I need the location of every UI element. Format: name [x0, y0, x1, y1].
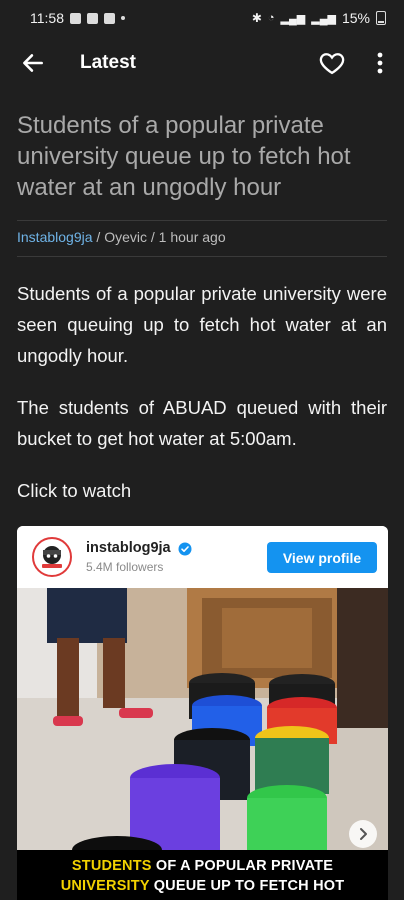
caption-text: OF A POPULAR PRIVATE [155, 858, 334, 874]
signal-icon: ▂▄▆ [280, 12, 306, 25]
view-profile-button[interactable]: View profile [267, 542, 377, 573]
more-notifications-dot-icon [121, 16, 125, 20]
embed-header: instablog9ja 5.4M followers View profile [17, 526, 388, 588]
status-time: 11:58 [30, 10, 64, 26]
message-icon [87, 12, 98, 24]
divider [17, 220, 387, 221]
time-ago: 1 hour ago [158, 229, 226, 245]
notification-icon [70, 12, 81, 24]
more-vertical-icon[interactable] [370, 50, 390, 76]
video-caption: STUDENTS OF A POPULAR PRIVATE UNIVERSITY… [17, 850, 388, 900]
caption-line-2: UNIVERSITY QUEUE UP TO FETCH HOT [17, 878, 388, 894]
gmail-icon [104, 12, 115, 24]
status-bar: 11:58 ✱ ◔ ▂▄▆ ▂▄▆ 15% [0, 0, 404, 36]
embed-username[interactable]: instablog9ja [86, 540, 171, 556]
article-paragraph: The students of ABUAD queued with their … [17, 397, 387, 449]
verified-badge-icon [178, 542, 192, 556]
alarm-icon: ◔ [267, 12, 275, 24]
app-title: Latest [80, 52, 136, 73]
article-headline: Students of a popular private university… [17, 112, 351, 201]
follower-count: 5.4M followers [86, 560, 164, 574]
caption-highlight: STUDENTS [71, 858, 152, 874]
chevron-right-icon [360, 828, 367, 840]
app-bar: Latest [0, 40, 404, 86]
article-paragraph: Students of a popular private university… [17, 283, 387, 366]
back-arrow-icon[interactable] [20, 50, 46, 76]
meta-separator: / [150, 229, 159, 245]
author-name[interactable]: Oyevic [104, 229, 147, 245]
status-left: 11:58 [30, 10, 125, 26]
click-to-watch-text: Click to watch [17, 480, 132, 501]
signal-2-icon: ▂▄▆ [311, 12, 336, 25]
heart-icon[interactable] [318, 49, 346, 77]
caption-highlight: UNIVERSITY [60, 878, 150, 894]
caption-text: QUEUE UP TO FETCH HOT [153, 878, 345, 894]
source-link[interactable]: Instablog9ja [17, 229, 93, 245]
bluetooth-icon: ✱ [251, 11, 262, 25]
avatar-logo-icon [36, 541, 68, 573]
profile-avatar[interactable] [32, 537, 72, 577]
caption-line-1: STUDENTS OF A POPULAR PRIVATE [17, 858, 388, 874]
next-slide-button[interactable] [349, 820, 377, 848]
article-meta: Instablog9ja / Oyevic / 1 hour ago [17, 229, 226, 245]
instagram-embed[interactable]: instablog9ja 5.4M followers View profile [17, 526, 388, 900]
status-right: ✱ ◔ ▂▄▆ ▂▄▆ 15% [252, 10, 386, 26]
battery-percent: 15% [341, 10, 370, 26]
battery-icon [376, 11, 386, 25]
divider [17, 256, 387, 257]
